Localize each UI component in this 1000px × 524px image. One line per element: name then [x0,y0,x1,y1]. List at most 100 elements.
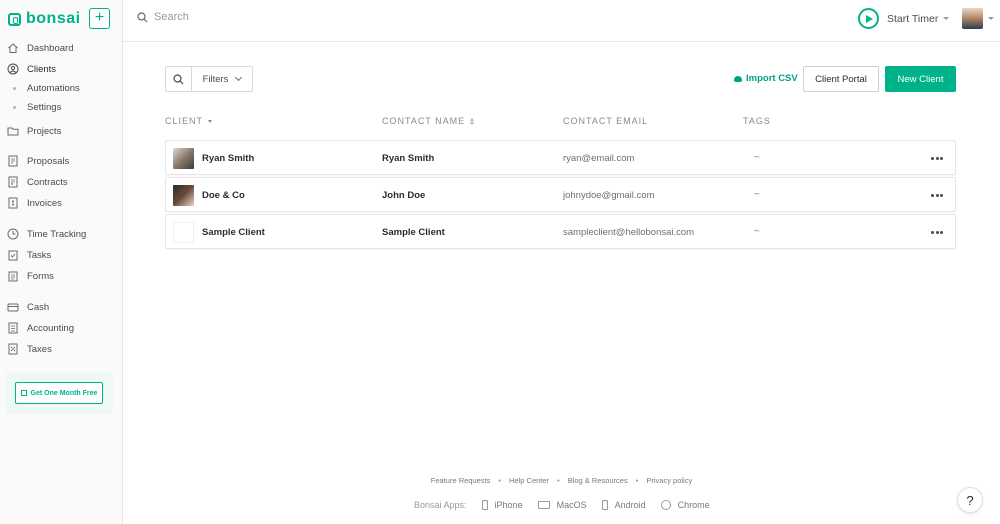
chrome-icon [660,500,671,510]
sidebar-subitem-label: Settings [27,101,62,113]
footer-separator: • [557,476,560,485]
sort-desc-icon [208,119,213,123]
sidebar-item-label: Tasks [27,249,52,261]
forms-icon [7,270,19,282]
tags: – [754,225,760,236]
sort-icon [470,117,475,125]
play-icon [858,8,879,29]
client-avatar [173,185,194,206]
sidebar-item-label: Cash [27,301,50,313]
sidebar-item-forms[interactable]: Forms [7,268,54,284]
filters-dropdown[interactable]: Filters [192,67,252,91]
bullet-icon [13,105,16,109]
timer-label: Start Timer [887,12,939,25]
more-options-icon[interactable] [931,157,945,160]
client-name: Ryan Smith [202,153,255,164]
sidebar-item-projects[interactable]: Projects [7,123,61,139]
top-bar: Search Start Timer [123,0,1000,42]
column-header-label: CONTACT NAME [382,116,466,126]
footer-separator: • [635,476,639,485]
import-csv-link[interactable]: Import CSV [734,73,798,84]
sidebar-item-taxes[interactable]: Taxes [7,341,52,357]
table-row[interactable]: Doe & Co John Doe johnydoe@gmail.com – [165,177,956,212]
user-menu[interactable] [962,8,994,29]
add-button[interactable]: + [89,8,110,29]
sidebar-item-label: Accounting [27,322,75,334]
app-link-android[interactable]: Android [601,500,646,510]
search-input[interactable]: Search [154,11,189,23]
footer-link-feature-requests[interactable]: Feature Requests [431,476,491,485]
sidebar-item-label: Contracts [27,176,68,188]
contact-email: johnydoe@gmail.com [563,190,655,201]
search-bar[interactable]: Search [137,11,189,23]
sidebar-item-label: Invoices [27,197,62,209]
taxes-icon [7,343,19,355]
footer-link-blog[interactable]: Blog & Resources [568,476,628,485]
folder-icon [7,125,19,137]
footer-link-help-center[interactable]: Help Center [509,476,549,485]
sidebar-item-clients[interactable]: Clients [7,61,56,77]
sidebar-item-label: Dashboard [27,42,74,54]
client-avatar [173,148,194,169]
sidebar-item-invoices[interactable]: Invoices [7,195,62,211]
sidebar-subitem-automations[interactable]: Automations [13,81,80,95]
sidebar-item-accounting[interactable]: Accounting [7,320,74,336]
accounting-icon [7,322,19,334]
sidebar-item-proposals[interactable]: Proposals [7,153,69,169]
footer-separator: • [498,476,502,485]
footer-link-privacy[interactable]: Privacy policy [646,476,692,485]
bullet-icon [13,86,16,90]
app-link-chrome[interactable]: Chrome [660,500,710,510]
chevron-down-icon [988,17,994,20]
app-label: Chrome [677,500,710,510]
import-label: Import CSV [746,73,798,84]
apps-label: Bonsai Apps: [414,500,467,510]
clients-icon [7,63,19,75]
sidebar-item-contracts[interactable]: Contracts [7,174,68,190]
help-button[interactable]: ? [957,487,983,513]
client-name: Sample Client [202,227,265,238]
client-portal-button[interactable]: Client Portal [803,66,879,92]
search-icon [173,73,184,84]
sidebar: bonsai + Dashboard Clients Automations S… [0,0,123,524]
clock-icon [7,228,19,240]
chevron-down-icon [235,73,243,82]
column-header-client[interactable]: CLIENT [165,116,213,126]
column-header-contact-name[interactable]: CONTACT NAME [382,116,475,126]
sidebar-item-time-tracking[interactable]: Time Tracking [7,226,86,242]
logo-icon [8,12,21,26]
column-header-label: TAGS [743,116,771,126]
table-row[interactable]: Sample Client Sample Client sampleclient… [165,214,956,249]
footer-apps: Bonsai Apps: iPhone MacOS Android Chrome [414,500,710,510]
bonsai-logo[interactable]: bonsai [8,10,81,28]
filters-control[interactable]: Filters [165,66,253,92]
sidebar-item-label: Time Tracking [27,228,87,240]
app-link-macos[interactable]: MacOS [537,500,587,510]
filter-search-button[interactable] [166,67,192,91]
table-row[interactable]: Ryan Smith Ryan Smith ryan@email.com – [165,140,956,175]
phone-icon [601,500,608,510]
get-month-free-button[interactable]: Get One Month Free [15,382,103,404]
sidebar-item-cash[interactable]: Cash [7,299,49,315]
more-options-icon[interactable] [931,194,945,197]
column-header-contact-email: CONTACT EMAIL [563,116,648,126]
start-timer-button[interactable]: Start Timer [858,8,950,29]
sidebar-item-label: Clients [27,63,57,75]
logo-text: bonsai [26,10,81,27]
app-label: Android [614,500,646,510]
app-label: iPhone [494,500,523,510]
promo-label: Get One Month Free [30,389,98,397]
more-options-icon[interactable] [931,231,945,234]
footer-links: Feature Requests • Help Center • Blog & … [0,476,1000,485]
new-client-button[interactable]: New Client [885,66,956,92]
app-link-iphone[interactable]: iPhone [481,500,523,510]
contact-name: John Doe [382,190,426,201]
sidebar-item-dashboard[interactable]: Dashboard [7,40,73,56]
sidebar-subitem-label: Automations [27,82,80,94]
sidebar-item-label: Forms [27,270,54,282]
gift-icon [20,390,27,396]
contact-email: ryan@email.com [563,153,635,164]
sidebar-item-tasks[interactable]: Tasks [7,247,51,263]
laptop-icon [537,501,550,509]
sidebar-subitem-settings[interactable]: Settings [13,100,61,114]
